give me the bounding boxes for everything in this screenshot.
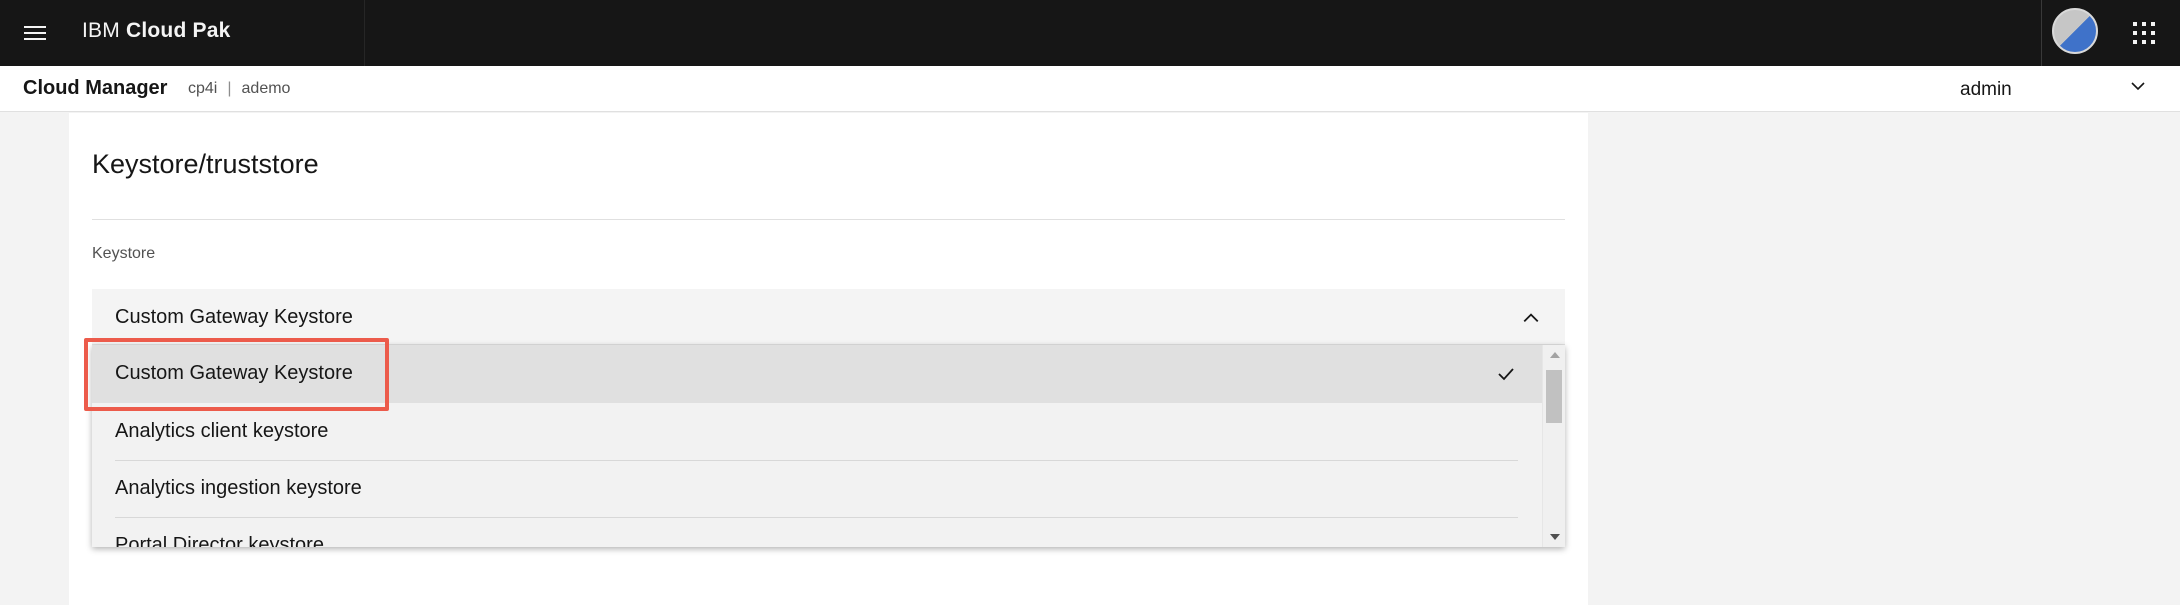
option-label: Analytics client keystore <box>115 420 329 442</box>
scrollbar-thumb[interactable] <box>1546 370 1562 423</box>
top-header: IBM Cloud Pak <box>0 0 2180 66</box>
option-custom-gateway-keystore[interactable]: Custom Gateway Keystore <box>92 345 1542 403</box>
sub-header: Cloud Manager cp4i | ademo admin <box>0 66 2180 112</box>
option-analytics-ingestion-keystore[interactable]: Analytics ingestion keystore <box>92 460 1542 518</box>
scroll-down-arrow-icon[interactable] <box>1550 534 1560 540</box>
breadcrumb-separator: | <box>227 80 232 97</box>
divider <box>92 219 1565 220</box>
option-label: Custom Gateway Keystore <box>115 362 353 384</box>
product-prefix: IBM <box>82 19 120 42</box>
options-scrollbar[interactable] <box>1542 345 1565 547</box>
hamburger-menu-icon[interactable] <box>12 13 58 53</box>
page-title: Keystore/truststore <box>92 149 319 179</box>
keystore-label: Keystore <box>92 245 156 262</box>
header-divider <box>364 0 365 66</box>
user-menu-dropdown[interactable]: admin <box>1960 66 2160 112</box>
option-portal-director-keystore[interactable]: Portal Director keystore <box>92 517 1542 547</box>
option-label: Analytics ingestion keystore <box>115 477 362 499</box>
keystore-selected-value: Custom Gateway Keystore <box>115 306 353 328</box>
keystore-panel: Keystore/truststore Keystore Custom Gate… <box>69 113 1588 605</box>
keystore-options-list: Custom Gateway Keystore Analytics client… <box>92 345 1565 547</box>
keystore-select[interactable]: Custom Gateway Keystore <box>92 289 1565 345</box>
breadcrumb-item-org[interactable]: cp4i <box>188 80 217 97</box>
product-title: Cloud Pak <box>125 19 231 42</box>
option-divider <box>115 460 1518 461</box>
product-name[interactable]: IBM Cloud Pak <box>82 19 230 43</box>
app-title: Cloud Manager <box>23 77 168 99</box>
breadcrumb: cp4i | ademo <box>188 80 290 98</box>
chevron-up-icon[interactable] <box>1522 309 1540 327</box>
option-label: Portal Director keystore <box>115 534 324 547</box>
chevron-down-icon <box>2131 82 2145 91</box>
option-analytics-client-keystore[interactable]: Analytics client keystore <box>92 403 1542 461</box>
user-name: admin <box>1960 79 2012 100</box>
breadcrumb-item-catalog[interactable]: ademo <box>242 80 291 97</box>
scroll-up-arrow-icon[interactable] <box>1550 352 1560 358</box>
header-divider <box>2041 0 2042 66</box>
checkmark-icon <box>1498 368 1514 381</box>
app-switcher-icon[interactable] <box>2128 17 2160 49</box>
user-avatar[interactable] <box>2052 8 2098 54</box>
option-divider <box>115 517 1518 518</box>
